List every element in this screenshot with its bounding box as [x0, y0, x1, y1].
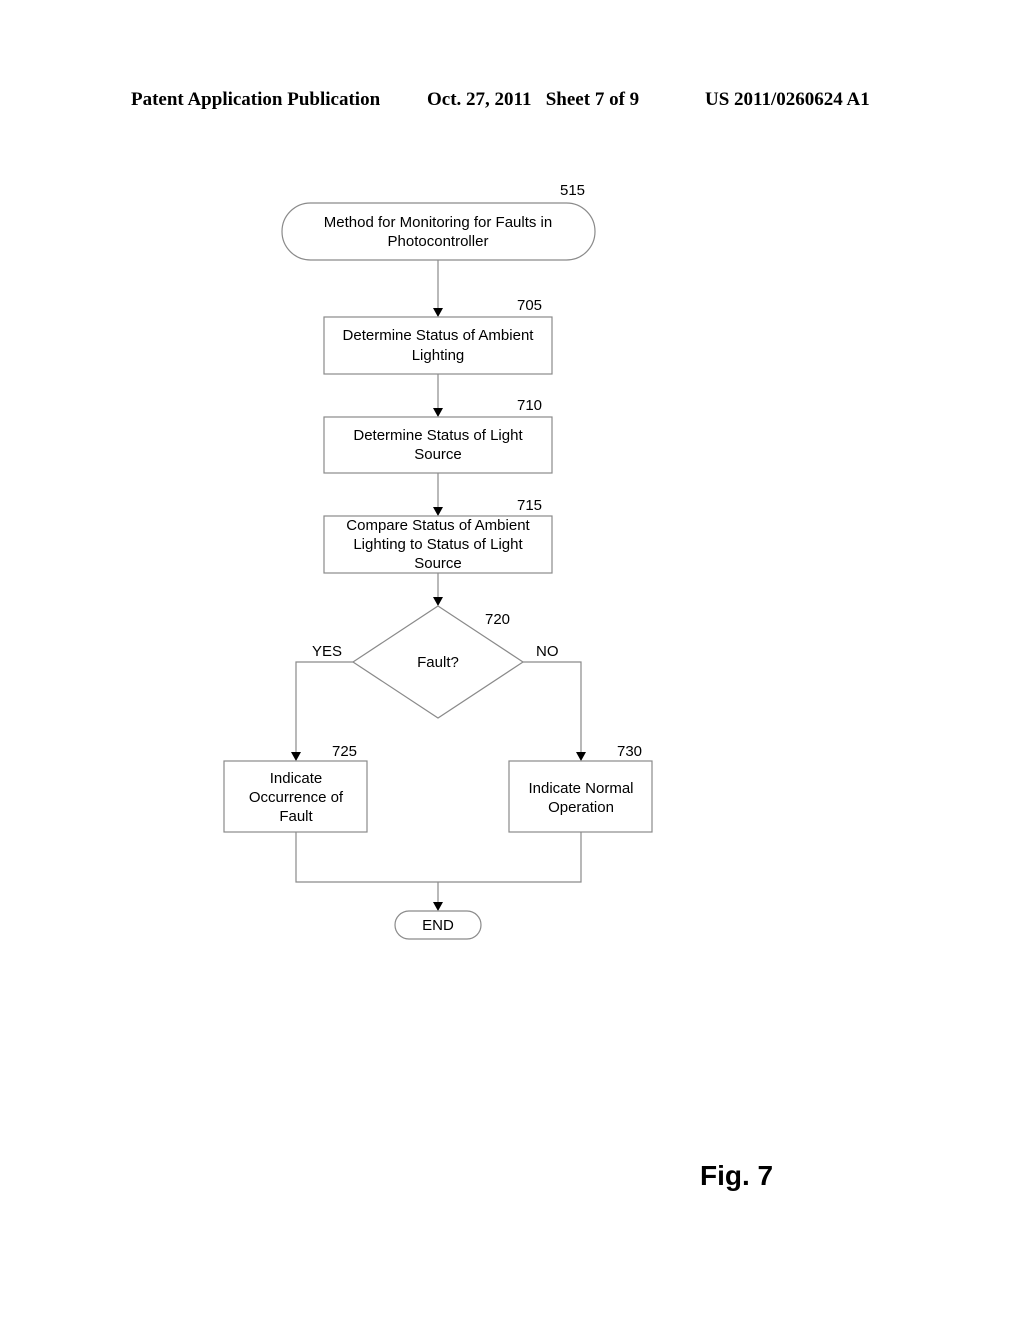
- end-label: END: [422, 917, 454, 934]
- decision-label: Fault?: [417, 654, 459, 671]
- start-line-1: Method for Monitoring for Faults in: [324, 214, 552, 231]
- step-715-line-3: Source: [414, 555, 462, 572]
- start-line-2: Photocontroller: [388, 233, 489, 250]
- step-705-box: [323, 316, 553, 375]
- ref-515: 515: [560, 182, 585, 199]
- step-725-line-2: Occurrence of: [249, 789, 344, 806]
- step-725-line-3: Fault: [279, 808, 313, 825]
- arrowhead-icon: [433, 408, 443, 417]
- step-705-line-2: Lighting: [412, 347, 465, 364]
- step-715-line-1: Compare Status of Ambient: [346, 517, 530, 534]
- connector-merge: [295, 832, 582, 883]
- start-shape: [281, 202, 596, 261]
- step-710-line-2: Source: [414, 446, 462, 463]
- arrowhead-icon: [433, 308, 443, 317]
- ref-720: 720: [485, 611, 510, 628]
- flowchart: 515 Method for Monitoring for Faults in …: [223, 182, 653, 940]
- ref-710: 710: [517, 397, 542, 414]
- connector-no: [523, 661, 582, 753]
- figure-label: Fig. 7: [700, 1160, 774, 1191]
- arrowhead-icon: [291, 752, 301, 761]
- arrowhead-icon: [433, 902, 443, 911]
- step-730-line-2: Operation: [548, 799, 614, 816]
- ref-715: 715: [517, 497, 542, 514]
- start-terminator: 515 Method for Monitoring for Faults in …: [281, 182, 596, 261]
- arrowhead-icon: [433, 597, 443, 606]
- ref-730: 730: [617, 743, 642, 760]
- ref-705: 705: [517, 297, 542, 314]
- step-710-box: [323, 416, 553, 474]
- step-725-line-1: Indicate: [270, 770, 323, 787]
- arrowhead-icon: [433, 507, 443, 516]
- ref-725: 725: [332, 743, 357, 760]
- yes-branch-label: YES: [312, 643, 342, 660]
- connector-yes: [295, 661, 353, 753]
- arrowhead-icon: [576, 752, 586, 761]
- step-710-line-1: Determine Status of Light: [353, 427, 523, 444]
- end-terminator: END: [394, 910, 482, 940]
- step-705-line-1: Determine Status of Ambient: [343, 327, 535, 344]
- step-730-line-1: Indicate Normal: [528, 780, 633, 797]
- no-branch-label: NO: [536, 643, 559, 660]
- step-715-line-2: Lighting to Status of Light: [353, 536, 523, 553]
